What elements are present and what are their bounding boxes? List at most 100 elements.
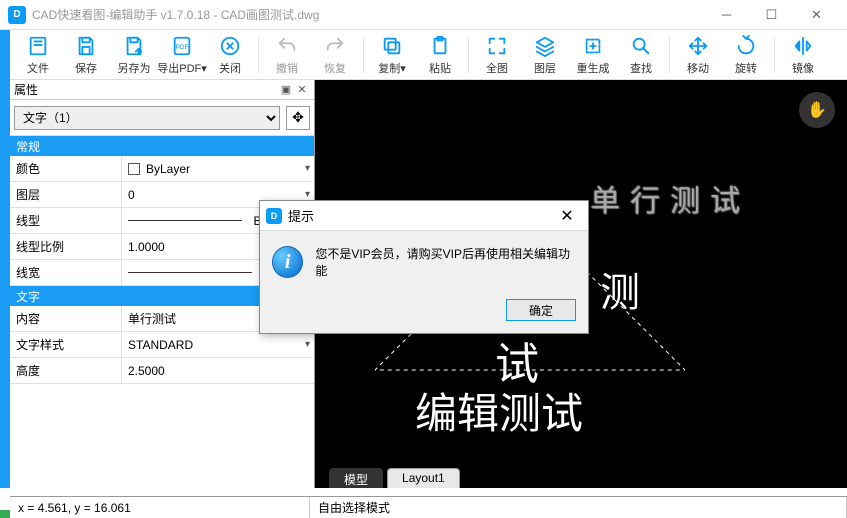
maximize-button[interactable]: ☐	[749, 0, 794, 30]
canvas-text-dashed: 单行测试	[590, 176, 750, 220]
toolbar-extent-button[interactable]: 全图	[473, 31, 521, 79]
color-swatch	[128, 163, 140, 175]
toolbar-label: 关闭	[219, 60, 241, 76]
property-row: 高度 2.5000	[10, 358, 314, 384]
selection-dropdown[interactable]: 文字（1）	[14, 106, 280, 130]
value-text: STANDARD	[128, 338, 193, 352]
toolbar-saveas-button[interactable]: 另存为	[110, 31, 158, 79]
property-name: 内容	[10, 306, 122, 331]
properties-title: 属性	[14, 81, 278, 98]
layers-icon	[534, 34, 556, 58]
titlebar: D CAD快速看图-编辑助手 v1.7.0.18 - CAD画图测试.dwg ─…	[0, 0, 847, 30]
toolbar: 文件 保存 另存为 PDF导出PDF▾ 关闭 撤销 恢复 复制▾ 粘贴 全图图层重生成 查找 移动 旋转…	[0, 30, 847, 80]
value-text: 2.5000	[128, 364, 165, 378]
property-value[interactable]: STANDARD ▾	[122, 332, 314, 357]
toolbar-label: 撤销	[276, 60, 298, 76]
chevron-down-icon: ▾	[305, 339, 310, 350]
svg-text:PDF: PDF	[176, 43, 189, 50]
toolbar-pdf-button[interactable]: PDF导出PDF▾	[158, 31, 206, 79]
property-name: 线宽	[10, 260, 122, 285]
ok-button[interactable]: 确定	[506, 299, 576, 321]
chevron-down-icon: ▾	[305, 189, 310, 200]
toolbar-rotate-button[interactable]: 旋转	[722, 31, 770, 79]
toolbar-label: 保存	[75, 60, 97, 76]
toolbar-paste-button[interactable]: 粘贴	[416, 31, 464, 79]
canvas-text-mid1: 测	[600, 260, 640, 318]
dialog-title: 提示	[288, 206, 552, 225]
toolbar-find-button[interactable]: 查找	[617, 31, 665, 79]
toolbar-save-button[interactable]: 保存	[62, 31, 110, 79]
property-row: 颜色ByLayer▾	[10, 156, 314, 182]
toolbar-move-button[interactable]: 移动	[674, 31, 722, 79]
property-name: 线型	[10, 208, 122, 233]
minimize-button[interactable]: ─	[704, 0, 749, 30]
toolbar-copy-button[interactable]: 复制▾	[368, 31, 416, 79]
saveas-icon	[123, 34, 145, 58]
app-icon: D	[8, 6, 26, 24]
property-row: 文字样式STANDARD▾	[10, 332, 314, 358]
toolbar-label: 文件	[27, 60, 49, 76]
toolbar-label: 恢复	[324, 60, 346, 76]
properties-header: 属性 ▣ ✕	[10, 80, 314, 100]
canvas-text-bottom: 编辑测试	[415, 380, 583, 441]
extent-icon	[486, 34, 508, 58]
quick-select-button[interactable]: ✥	[286, 106, 310, 130]
toolbar-undo-button: 撤销	[263, 31, 311, 79]
close-icon	[219, 34, 241, 58]
toolbar-separator	[774, 37, 775, 73]
regen-icon	[582, 34, 604, 58]
layout-tab[interactable]: 模型	[329, 468, 383, 488]
paste-icon	[429, 34, 451, 58]
toolbar-separator	[468, 37, 469, 73]
dialog-body: i 您不是VIP会员，请购买VIP后再使用相关编辑功能	[260, 231, 588, 293]
info-icon: i	[272, 246, 303, 278]
value-text: ByLayer	[146, 162, 190, 176]
property-value[interactable]: ByLayer ▾	[122, 156, 314, 181]
move-icon	[687, 34, 709, 58]
line-preview	[128, 272, 252, 273]
pan-button[interactable]: ✋	[799, 92, 835, 128]
message-dialog: D 提示 ✕ i 您不是VIP会员，请购买VIP后再使用相关编辑功能 确定	[259, 200, 589, 334]
dialog-message: 您不是VIP会员，请购买VIP后再使用相关编辑功能	[315, 245, 576, 279]
toolbar-separator	[258, 37, 259, 73]
property-group-header[interactable]: 常规	[10, 136, 314, 156]
property-name: 高度	[10, 358, 122, 383]
toolbar-regen-button[interactable]: 重生成	[569, 31, 617, 79]
mirror-icon	[792, 34, 814, 58]
undo-icon	[276, 34, 298, 58]
window-title: CAD快速看图-编辑助手 v1.7.0.18 - CAD画图测试.dwg	[32, 6, 704, 23]
close-panel-button[interactable]: ✕	[294, 82, 310, 98]
redo-icon	[324, 34, 346, 58]
toolbar-layers-button[interactable]: 图层	[521, 31, 569, 79]
toolbar-close-button[interactable]: 关闭	[206, 31, 254, 79]
toolbar-label: 旋转	[735, 60, 757, 76]
value-text: 1.0000	[128, 240, 165, 254]
layout-tabs: 模型Layout1	[329, 468, 460, 488]
value-text: 0	[128, 188, 135, 202]
toolbar-label: 移动	[687, 60, 709, 76]
status-mode: 自由选择模式	[310, 497, 847, 518]
toolbar-label: 粘贴	[429, 60, 451, 76]
left-strip	[0, 30, 10, 488]
dialog-footer: 确定	[260, 293, 588, 333]
copy-icon	[381, 34, 403, 58]
toolbar-label: 镜像	[792, 60, 814, 76]
toolbar-file-button[interactable]: 文件	[14, 31, 62, 79]
pdf-icon: PDF	[171, 34, 193, 58]
property-value[interactable]: 2.5000	[122, 358, 314, 383]
toolbar-mirror-button[interactable]: 镜像	[779, 31, 827, 79]
minimize-panel-button[interactable]: ▣	[278, 82, 294, 98]
dialog-titlebar[interactable]: D 提示 ✕	[260, 201, 588, 231]
close-window-button[interactable]: ✕	[794, 0, 839, 30]
file-icon	[27, 34, 49, 58]
chevron-down-icon: ▾	[305, 163, 310, 174]
line-preview	[128, 220, 242, 221]
property-name: 图层	[10, 182, 122, 207]
rotate-icon	[735, 34, 757, 58]
layout-tab[interactable]: Layout1	[387, 468, 460, 488]
dialog-close-button[interactable]: ✕	[552, 206, 582, 226]
toolbar-label: 重生成	[577, 60, 610, 76]
toolbar-label: 查找	[630, 60, 652, 76]
toolbar-label: 另存为	[118, 60, 151, 76]
statusbar: x = 4.561, y = 16.061 自由选择模式	[10, 496, 847, 518]
